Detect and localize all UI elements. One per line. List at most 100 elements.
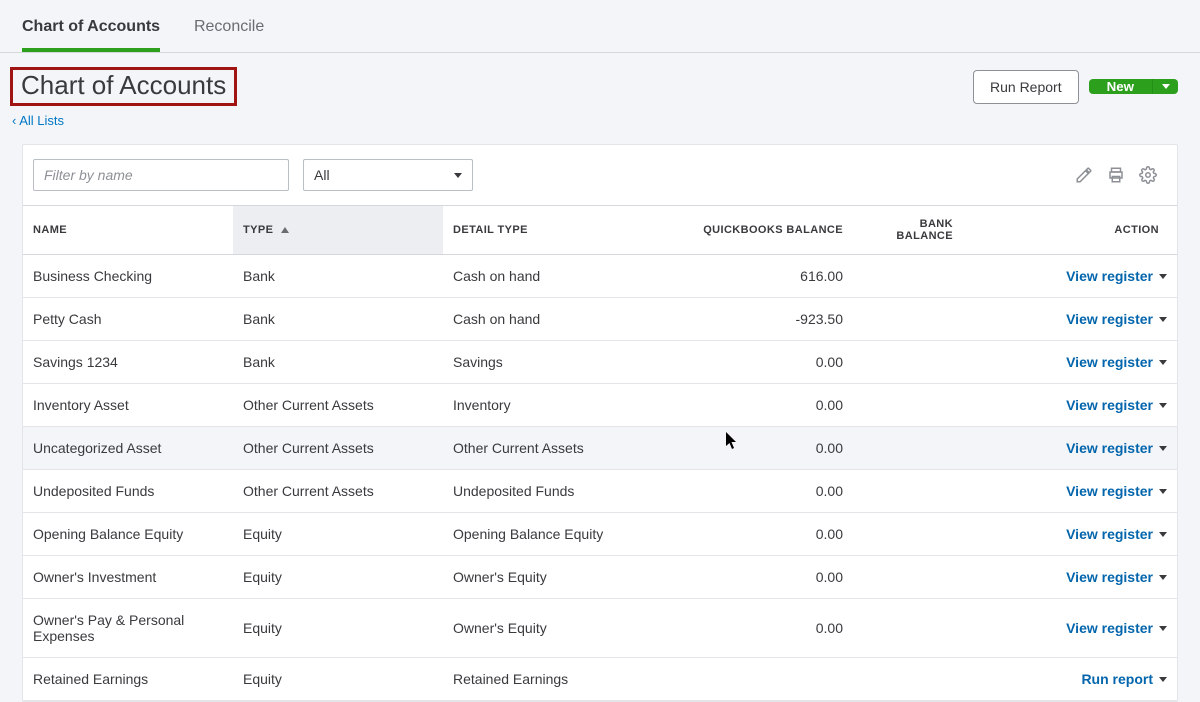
cell-type: Bank [233,255,443,298]
edit-icon[interactable] [1075,166,1093,184]
cell-action: View register [963,341,1177,384]
row-action-link[interactable]: View register [1066,268,1167,284]
row-action-link[interactable]: View register [1066,569,1167,585]
cell-detail: Cash on hand [443,255,653,298]
caret-down-icon [1159,532,1167,537]
print-icon[interactable] [1107,166,1125,184]
cell-detail: Savings [443,341,653,384]
new-button[interactable]: New [1089,79,1152,94]
row-action-label: View register [1066,620,1153,636]
cell-name: Uncategorized Asset [23,427,233,470]
cell-bank-balance [853,255,963,298]
caret-down-icon [1159,360,1167,365]
cell-name: Opening Balance Equity [23,513,233,556]
cell-bank-balance [853,658,963,701]
row-action-link[interactable]: View register [1066,354,1167,370]
cell-action: View register [963,599,1177,658]
col-action: ACTION [963,206,1177,255]
cell-qb-balance: -923.50 [653,298,853,341]
caret-down-icon [1159,317,1167,322]
row-action-link[interactable]: View register [1066,526,1167,542]
cell-name: Owner's Investment [23,556,233,599]
col-name[interactable]: NAME [23,206,233,255]
cell-name: Petty Cash [23,298,233,341]
type-filter-select[interactable]: All [303,159,473,191]
cell-type: Equity [233,556,443,599]
cell-qb-balance: 616.00 [653,255,853,298]
cell-type: Bank [233,341,443,384]
caret-down-icon [1159,626,1167,631]
row-action-link[interactable]: View register [1066,440,1167,456]
cell-action: Run report [963,658,1177,701]
cell-detail: Other Current Assets [443,427,653,470]
cell-bank-balance [853,341,963,384]
row-action-label: View register [1066,483,1153,499]
table-row: Undeposited FundsOther Current AssetsUnd… [23,470,1177,513]
cell-type: Other Current Assets [233,470,443,513]
table-row: Owner's Pay & Personal ExpensesEquityOwn… [23,599,1177,658]
cell-action: View register [963,427,1177,470]
cell-type: Bank [233,298,443,341]
cell-bank-balance [853,513,963,556]
caret-down-icon [1159,274,1167,279]
row-action-link[interactable]: Run report [1081,671,1167,687]
accounts-table: NAME TYPE DETAIL TYPE QUICKBOOKS BALANCE… [23,205,1177,701]
row-action-link[interactable]: View register [1066,620,1167,636]
table-row: Retained EarningsEquityRetained Earnings… [23,658,1177,701]
tab-chart-of-accounts[interactable]: Chart of Accounts [22,10,160,52]
sort-asc-icon [281,227,289,233]
tab-reconcile[interactable]: Reconcile [194,10,264,48]
cell-action: View register [963,298,1177,341]
row-action-label: Run report [1081,671,1153,687]
run-report-button[interactable]: Run Report [973,70,1079,104]
cell-bank-balance [853,298,963,341]
col-bank-balance[interactable]: BANK BALANCE [853,206,963,255]
cell-type: Equity [233,513,443,556]
cell-type: Other Current Assets [233,384,443,427]
gear-icon[interactable] [1139,166,1157,184]
col-type-label: TYPE [243,224,273,236]
caret-down-icon [1159,575,1167,580]
tabs-bar: Chart of Accounts Reconcile [0,0,1200,53]
table-row: Petty CashBankCash on hand-923.50View re… [23,298,1177,341]
row-action-label: View register [1066,354,1153,370]
page-title: Chart of Accounts [10,67,237,106]
row-action-link[interactable]: View register [1066,483,1167,499]
new-button-dropdown[interactable] [1152,79,1178,94]
col-detail-type[interactable]: DETAIL TYPE [443,206,653,255]
col-type[interactable]: TYPE [233,206,443,255]
table-row: Savings 1234BankSavings0.00View register [23,341,1177,384]
chevron-left-icon: ‹ [12,113,16,128]
row-action-label: View register [1066,526,1153,542]
row-action-label: View register [1066,440,1153,456]
cell-type: Other Current Assets [233,427,443,470]
caret-down-icon [454,173,462,178]
cell-qb-balance: 0.00 [653,556,853,599]
cell-action: View register [963,255,1177,298]
cell-type: Equity [233,658,443,701]
cell-qb-balance: 0.00 [653,427,853,470]
table-row: Opening Balance EquityEquityOpening Bala… [23,513,1177,556]
col-qb-balance[interactable]: QUICKBOOKS BALANCE [653,206,853,255]
filter-by-name-input[interactable] [33,159,289,191]
new-button-group: New [1089,79,1178,94]
table-row: Business CheckingBankCash on hand616.00 V… [23,255,1177,298]
cell-name: Business Checking [23,255,233,298]
cell-qb-balance: 0.00 [653,513,853,556]
all-lists-link[interactable]: ‹ All Lists [12,113,64,128]
cell-qb-balance: 0.00 [653,470,853,513]
cell-action: View register [963,513,1177,556]
cell-qb-balance: 0.00 [653,341,853,384]
breadcrumb: ‹ All Lists [0,108,1200,128]
row-action-link[interactable]: View register [1066,397,1167,413]
table-row: Owner's InvestmentEquityOwner's Equity0.… [23,556,1177,599]
cell-bank-balance [853,599,963,658]
cell-name: Inventory Asset [23,384,233,427]
cell-qb-balance: 0.00 [653,599,853,658]
cell-detail: Undeposited Funds [443,470,653,513]
cell-name: Retained Earnings [23,658,233,701]
cell-detail: Retained Earnings [443,658,653,701]
cell-action: View register [963,470,1177,513]
cell-bank-balance [853,470,963,513]
row-action-link[interactable]: View register [1066,311,1167,327]
